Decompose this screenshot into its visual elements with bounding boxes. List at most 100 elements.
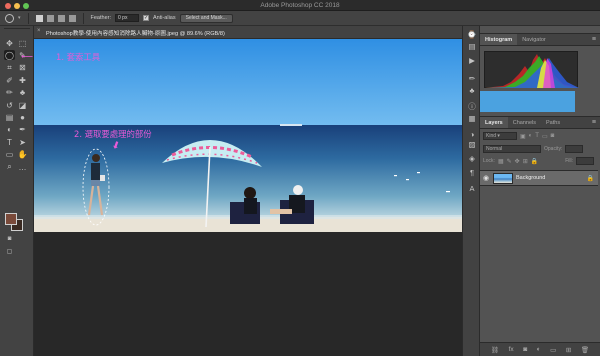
- hand-icon[interactable]: ✋: [17, 150, 28, 160]
- divider: [27, 12, 29, 24]
- healing-icon[interactable]: ✚: [17, 75, 28, 85]
- panel-menu-icon[interactable]: ≡: [592, 34, 600, 45]
- more-tools-icon[interactable]: …: [17, 162, 28, 172]
- opacity-label: Opacity:: [544, 146, 563, 152]
- tool-preset-icon[interactable]: [5, 13, 14, 23]
- eraser-icon[interactable]: ◪: [17, 100, 28, 110]
- new-selection-icon[interactable]: [35, 14, 43, 22]
- feather-input[interactable]: 0 px: [115, 14, 139, 22]
- tools-panel: ✥ ⬚ ◯ ✎ ⌗ ⊠ ✐ ✚ ✏ ♣ ↺ ◪ ▤ ● ◐ ✒ T ➤ ▭ ✋ ⌕… ◙ ▢: [0, 26, 34, 356]
- quick-mask-icon[interactable]: ◙: [4, 234, 15, 244]
- layers-filter-row: Kind ▾ ▣ ◐ T ▭ ◙: [480, 132, 600, 140]
- histogram-color-preview: [480, 91, 575, 112]
- tab-histogram[interactable]: Histogram: [480, 34, 518, 45]
- antialias-label: Anti-alias: [153, 15, 176, 21]
- link-icon[interactable]: ⛓: [491, 346, 499, 354]
- divider: [82, 12, 84, 24]
- lasso-arrow-icon: ⟵: [21, 51, 34, 61]
- history-icon[interactable]: ⌚: [467, 30, 477, 39]
- select-and-mask-button[interactable]: Select and Mask...: [179, 13, 233, 23]
- lasso-icon[interactable]: ◯: [4, 50, 15, 61]
- filter-adjust-icon[interactable]: ◐: [529, 133, 533, 139]
- path-select-icon[interactable]: ➤: [17, 137, 28, 147]
- screen-mode-icon[interactable]: ▢: [4, 246, 15, 256]
- visibility-eye-icon[interactable]: ◉: [482, 174, 490, 182]
- lock-pixels-icon[interactable]: ✎: [507, 158, 512, 165]
- mask-icon[interactable]: ◙: [523, 346, 527, 353]
- subtract-selection-icon[interactable]: [57, 14, 65, 22]
- tab-navigator[interactable]: Navigator: [517, 34, 551, 45]
- glyph-icon[interactable]: A: [467, 184, 477, 193]
- layer-comps-icon[interactable]: ◈: [467, 154, 477, 163]
- intersect-selection-icon[interactable]: [68, 14, 76, 22]
- adjustment-icon[interactable]: ◐: [537, 346, 541, 353]
- marquee-icon[interactable]: ⬚: [17, 38, 28, 48]
- adjust-icon[interactable]: ◑: [467, 130, 477, 139]
- tab-channels[interactable]: Channels: [508, 117, 541, 128]
- lock-icon: 🔒: [586, 175, 594, 182]
- filter-pixel-icon[interactable]: ▣: [520, 133, 526, 140]
- layer-row-background[interactable]: ◉ Background 🔒: [480, 170, 598, 186]
- filter-shape-icon[interactable]: ▭: [542, 133, 548, 140]
- pen-icon[interactable]: ✒: [17, 125, 28, 135]
- styles-icon[interactable]: ▨: [467, 140, 477, 149]
- fill-label: Fill:: [565, 158, 573, 164]
- lock-artboard-icon[interactable]: ⊞: [523, 158, 528, 165]
- tab-layers[interactable]: Layers: [480, 117, 508, 128]
- blur-icon[interactable]: ●: [17, 112, 28, 122]
- tab-paths[interactable]: Paths: [541, 117, 565, 128]
- lock-all-icon[interactable]: 🔒: [531, 158, 538, 165]
- zoom-icon[interactable]: ⌕: [4, 162, 15, 172]
- lock-position-icon[interactable]: ✥: [515, 158, 520, 165]
- new-layer-icon[interactable]: ⊞: [566, 346, 571, 354]
- feather-label: Feather:: [90, 15, 111, 21]
- frame-icon[interactable]: ⊠: [17, 63, 28, 73]
- toolbar-grip[interactable]: [4, 28, 30, 31]
- lock-transparent-icon[interactable]: ▦: [498, 158, 504, 165]
- blend-row: Normal Opacity:: [480, 145, 600, 153]
- crop-icon[interactable]: ⌗: [4, 63, 15, 73]
- clone-source-icon[interactable]: ♣: [467, 86, 477, 95]
- blend-mode-select[interactable]: Normal: [483, 145, 541, 153]
- antialias-checkbox[interactable]: ✓: [143, 15, 149, 21]
- brush-panel-icon[interactable]: ✏: [467, 74, 477, 83]
- step1-annotation: 1. 套索工具: [56, 52, 101, 62]
- filter-type-icon[interactable]: T: [535, 133, 539, 139]
- actions-icon[interactable]: ▶: [467, 56, 477, 65]
- info-icon[interactable]: ⓘ: [467, 102, 477, 111]
- add-selection-icon[interactable]: [46, 14, 54, 22]
- history-brush-icon[interactable]: ↺: [4, 100, 15, 110]
- paragraph-icon[interactable]: ¶: [467, 168, 477, 177]
- stamp-icon[interactable]: ♣: [17, 88, 28, 98]
- layer-name: Background: [516, 175, 546, 181]
- foreground-color-swatch[interactable]: [5, 213, 17, 225]
- opacity-input[interactable]: [565, 145, 584, 153]
- panel-menu-icon[interactable]: ≡: [592, 117, 600, 128]
- shape-icon[interactable]: ▭: [4, 150, 15, 160]
- document-tab[interactable]: × Photoshop教學-使用內容感知消除路人贓物-原圖.jpeg @ 89.…: [34, 26, 462, 39]
- eyedropper-icon[interactable]: ✐: [4, 75, 15, 85]
- chevron-down-icon[interactable]: ▾: [18, 15, 21, 21]
- fx-icon[interactable]: fx: [509, 346, 514, 353]
- fill-input[interactable]: [575, 157, 594, 165]
- panel-dock-strip: ⌚ ▤ ▶ ✏ ♣ ⓘ ▦ ◑ ▨ ◈ ¶ A: [462, 26, 480, 356]
- dodge-icon[interactable]: ◐: [4, 125, 15, 135]
- histogram-chart: [484, 51, 579, 88]
- type-icon[interactable]: T: [4, 137, 15, 147]
- trash-icon[interactable]: 🗑: [581, 346, 589, 354]
- document-title: Photoshop教學-使用內容感知消除路人贓物-原圖.jpeg @ 89.6%…: [46, 31, 225, 37]
- move-icon[interactable]: ✥: [4, 38, 15, 48]
- step2-annotation: 2. 選取要處理的部份: [74, 129, 152, 139]
- gradient-icon[interactable]: ▤: [4, 112, 15, 122]
- close-document-icon[interactable]: ×: [37, 28, 41, 34]
- brush-icon[interactable]: ✏: [4, 88, 15, 98]
- filter-smart-icon[interactable]: ◙: [551, 133, 555, 139]
- layers-footer: ⛓ fx ◙ ◐ ▭ ⊞ 🗑: [480, 342, 600, 356]
- window-titlebar: Adobe Photoshop CC 2018: [0, 0, 600, 11]
- properties-icon[interactable]: ▤: [467, 42, 477, 51]
- kind-filter-select[interactable]: Kind ▾: [483, 132, 517, 140]
- lock-row: Lock: ▦ ✎ ✥ ⊞ 🔒 Fill:: [480, 157, 600, 165]
- group-icon[interactable]: ▭: [550, 346, 556, 354]
- libraries-icon[interactable]: ▦: [467, 114, 477, 123]
- lock-label: Lock:: [483, 158, 495, 164]
